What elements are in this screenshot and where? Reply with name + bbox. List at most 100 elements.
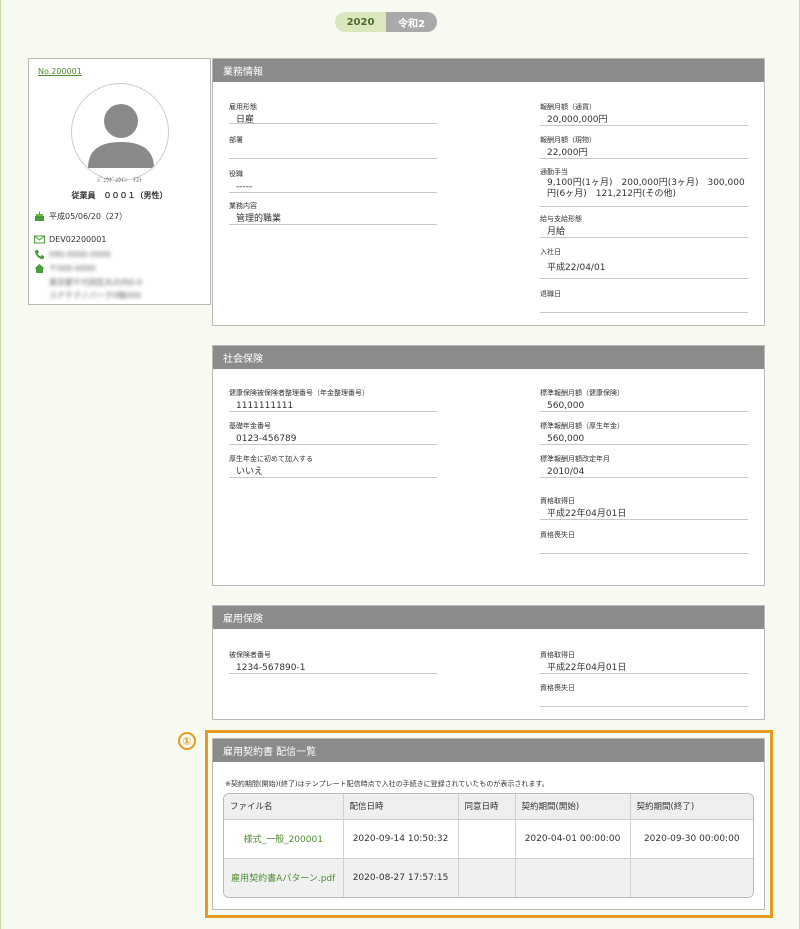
employment-insurance-panel: 雇用保険 被保険者番号 1234-567890-1 資格取得日 平成22年04月… [212, 605, 765, 720]
employee-kana: ｼﾞｭｳｷﾞｮｳｲﾝ ﾃｽﾄ [96, 177, 142, 184]
contracts-header: 雇用契約書 配信一覧 [213, 739, 764, 762]
position-value: ----- [236, 182, 253, 192]
social-insurance-header: 社会保険 [213, 346, 764, 369]
sent-at-cell: 2020-09-14 10:50:32 [343, 818, 459, 858]
cake-icon [34, 211, 45, 222]
first-pension-field: 厚生年金に初めて加入する いいえ [229, 454, 437, 478]
contracts-table: ファイル名 配信日時 同意日時 契約期間(開始) 契約期間(終了) 様式_一般_… [223, 793, 754, 898]
mail-icon [34, 234, 45, 245]
job-content-label: 業務内容 [229, 202, 257, 210]
social-acquire-date-value: 平成22年04月01日 [547, 509, 627, 519]
position-field: 役職 ----- [229, 169, 437, 193]
table-row: 雇用契約書Aパターン.pdf 2020-08-27 17:57:15 [224, 857, 753, 897]
insured-number-label: 被保険者番号 [229, 651, 271, 659]
commute-allowance-label: 通勤手当 [540, 168, 568, 176]
job-content-value: 管理的職業 [236, 214, 282, 224]
person-icon [88, 104, 154, 168]
employee-name: 従業員 ０００１（男性） [71, 191, 168, 200]
col-agreed-at: 同意日時 [458, 794, 516, 819]
emp-acquire-date-value: 平成22年04月01日 [547, 663, 627, 673]
health-insurance-number-label: 健康保険被保険者整理番号（年金整理番号） [229, 389, 369, 397]
salary-currency-field: 報酬月額（通貨） 20,000,000円 [540, 102, 748, 126]
first-pension-value: いいえ [236, 467, 264, 477]
agreed-at-cell [458, 818, 516, 858]
social-loss-date-field: 資格喪失日 [540, 530, 748, 554]
address-row: 〒000-0000 [34, 263, 96, 274]
profile-card: No.200001 ｼﾞｭｳｷﾞｮｳｲﾝ ﾃｽﾄ 従業員 ０００１（男性） 平成… [28, 58, 211, 305]
retire-date-label: 退職日 [540, 290, 561, 298]
salary-kind-label: 報酬月額（現物） [540, 136, 596, 144]
social-insurance-panel: 社会保険 健康保険被保険者整理番号（年金整理番号） 1111111111 基礎年… [212, 345, 765, 586]
pay-type-value: 月給 [547, 227, 566, 237]
std-monthly-pension-value: 560,000 [547, 434, 585, 444]
commute-allowance-value: 9,100円(1ヶ月) 200,000円(3ヶ月) 300,000円(6ヶ月) … [547, 178, 745, 199]
col-contract-start: 契約期間(開始) [515, 794, 631, 819]
salary-kind-value: 22,000円 [547, 148, 588, 158]
emp-acquire-date-label: 資格取得日 [540, 651, 575, 659]
salary-currency-label: 報酬月額（通貨） [540, 103, 596, 111]
phone-icon [34, 249, 45, 260]
employee-number-prefix[interactable]: No. [38, 67, 51, 76]
birthday-text: 平成05/06/20（27） [49, 212, 128, 221]
social-loss-date-label: 資格喪失日 [540, 531, 575, 539]
file-link[interactable]: 様式_一般_200001 [224, 818, 344, 858]
work-info-panel: 業務情報 雇用形態 日雇 部署 役職 ----- 業務内容 管理的職業 報酬月額… [212, 58, 765, 326]
work-info-header: 業務情報 [213, 59, 764, 82]
health-insurance-number-field: 健康保険被保険者整理番号（年金整理番号） 1111111111 [229, 388, 437, 412]
email-text: DEV02200001 [49, 235, 107, 244]
agreed-at-cell [458, 857, 516, 897]
employment-type-label: 雇用形態 [229, 103, 257, 111]
employee-number[interactable]: No.200001 [38, 67, 82, 76]
avatar [71, 83, 169, 181]
contracts-panel: 雇用契約書 配信一覧 ※契約期間(開始)(終了)はテンプレート配信時点で入社の手… [212, 738, 765, 910]
contract-end-cell [630, 857, 753, 897]
home-icon [34, 263, 45, 274]
col-contract-end: 契約期間(終了) [630, 794, 753, 819]
hire-date-label: 入社日 [540, 248, 561, 256]
social-acquire-date-label: 資格取得日 [540, 497, 575, 505]
std-monthly-revision-label: 標準報酬月額改定年月 [540, 455, 610, 463]
std-monthly-pension-field: 標準報酬月額（厚生年金） 560,000 [540, 421, 748, 445]
department-label: 部署 [229, 136, 243, 144]
contract-end-cell: 2020-09-30 00:00:00 [630, 818, 753, 858]
emp-loss-date-label: 資格喪失日 [540, 684, 575, 692]
file-link[interactable]: 雇用契約書Aパターン.pdf [224, 857, 344, 897]
employment-insurance-header: 雇用保険 [213, 606, 764, 629]
contracts-header-row: ファイル名 配信日時 同意日時 契約期間(開始) 契約期間(終了) [224, 794, 753, 819]
employment-type-field: 雇用形態 日雇 [229, 102, 437, 125]
birthday-row: 平成05/06/20（27） [34, 211, 127, 222]
postal-text: 〒000-0000 [49, 264, 96, 273]
pay-type-field: 給与支給形態 月給 [540, 214, 748, 238]
sent-at-cell: 2020-08-27 17:57:15 [343, 857, 459, 897]
std-monthly-revision-value: 2010/04 [547, 467, 585, 477]
pay-type-label: 給与支給形態 [540, 215, 582, 223]
employee-number-value[interactable]: 200001 [51, 67, 82, 76]
salary-currency-value: 20,000,000円 [547, 115, 608, 125]
contracts-note: ※契約期間(開始)(終了)はテンプレート配信時点で入社の手続きに登録されていたも… [225, 780, 549, 788]
salary-kind-field: 報酬月額（現物） 22,000円 [540, 135, 748, 159]
pension-number-value: 0123-456789 [236, 434, 297, 444]
employment-type-value: 日雇 [236, 115, 255, 125]
std-monthly-health-field: 標準報酬月額（健康保険） 560,000 [540, 388, 748, 412]
retire-date-field: 退職日 [540, 289, 748, 313]
std-monthly-health-label: 標準報酬月額（健康保険） [540, 389, 624, 397]
hire-date-field: 入社日 平成22/04/01 [540, 247, 748, 279]
health-insurance-number-value: 1111111111 [236, 401, 294, 411]
table-row: 様式_一般_200001 2020-09-14 10:50:32 2020-04… [224, 818, 753, 858]
address-line-2: ユナテクノパーク0階000 [49, 291, 141, 300]
social-acquire-date-field: 資格取得日 平成22年04月01日 [540, 496, 748, 520]
contract-start-cell [515, 857, 631, 897]
year-japanese-button[interactable]: 令和2 [386, 12, 437, 32]
callout-number-badge: ① [178, 732, 196, 750]
insured-number-value: 1234-567890-1 [236, 663, 306, 673]
hire-date-value: 平成22/04/01 [547, 263, 606, 273]
department-field: 部署 [229, 135, 437, 159]
address-line-1: 東京都千代田区丸の内0-0 [49, 278, 143, 287]
year-western-button[interactable]: 2020 [335, 12, 386, 32]
phone-text: 090-0000-0000 [49, 250, 111, 259]
job-content-field: 業務内容 管理的職業 [229, 201, 437, 225]
first-pension-label: 厚生年金に初めて加入する [229, 455, 313, 463]
emp-acquire-date-field: 資格取得日 平成22年04月01日 [540, 650, 748, 674]
col-file-name: ファイル名 [224, 794, 344, 819]
email-row: DEV02200001 [34, 234, 106, 245]
